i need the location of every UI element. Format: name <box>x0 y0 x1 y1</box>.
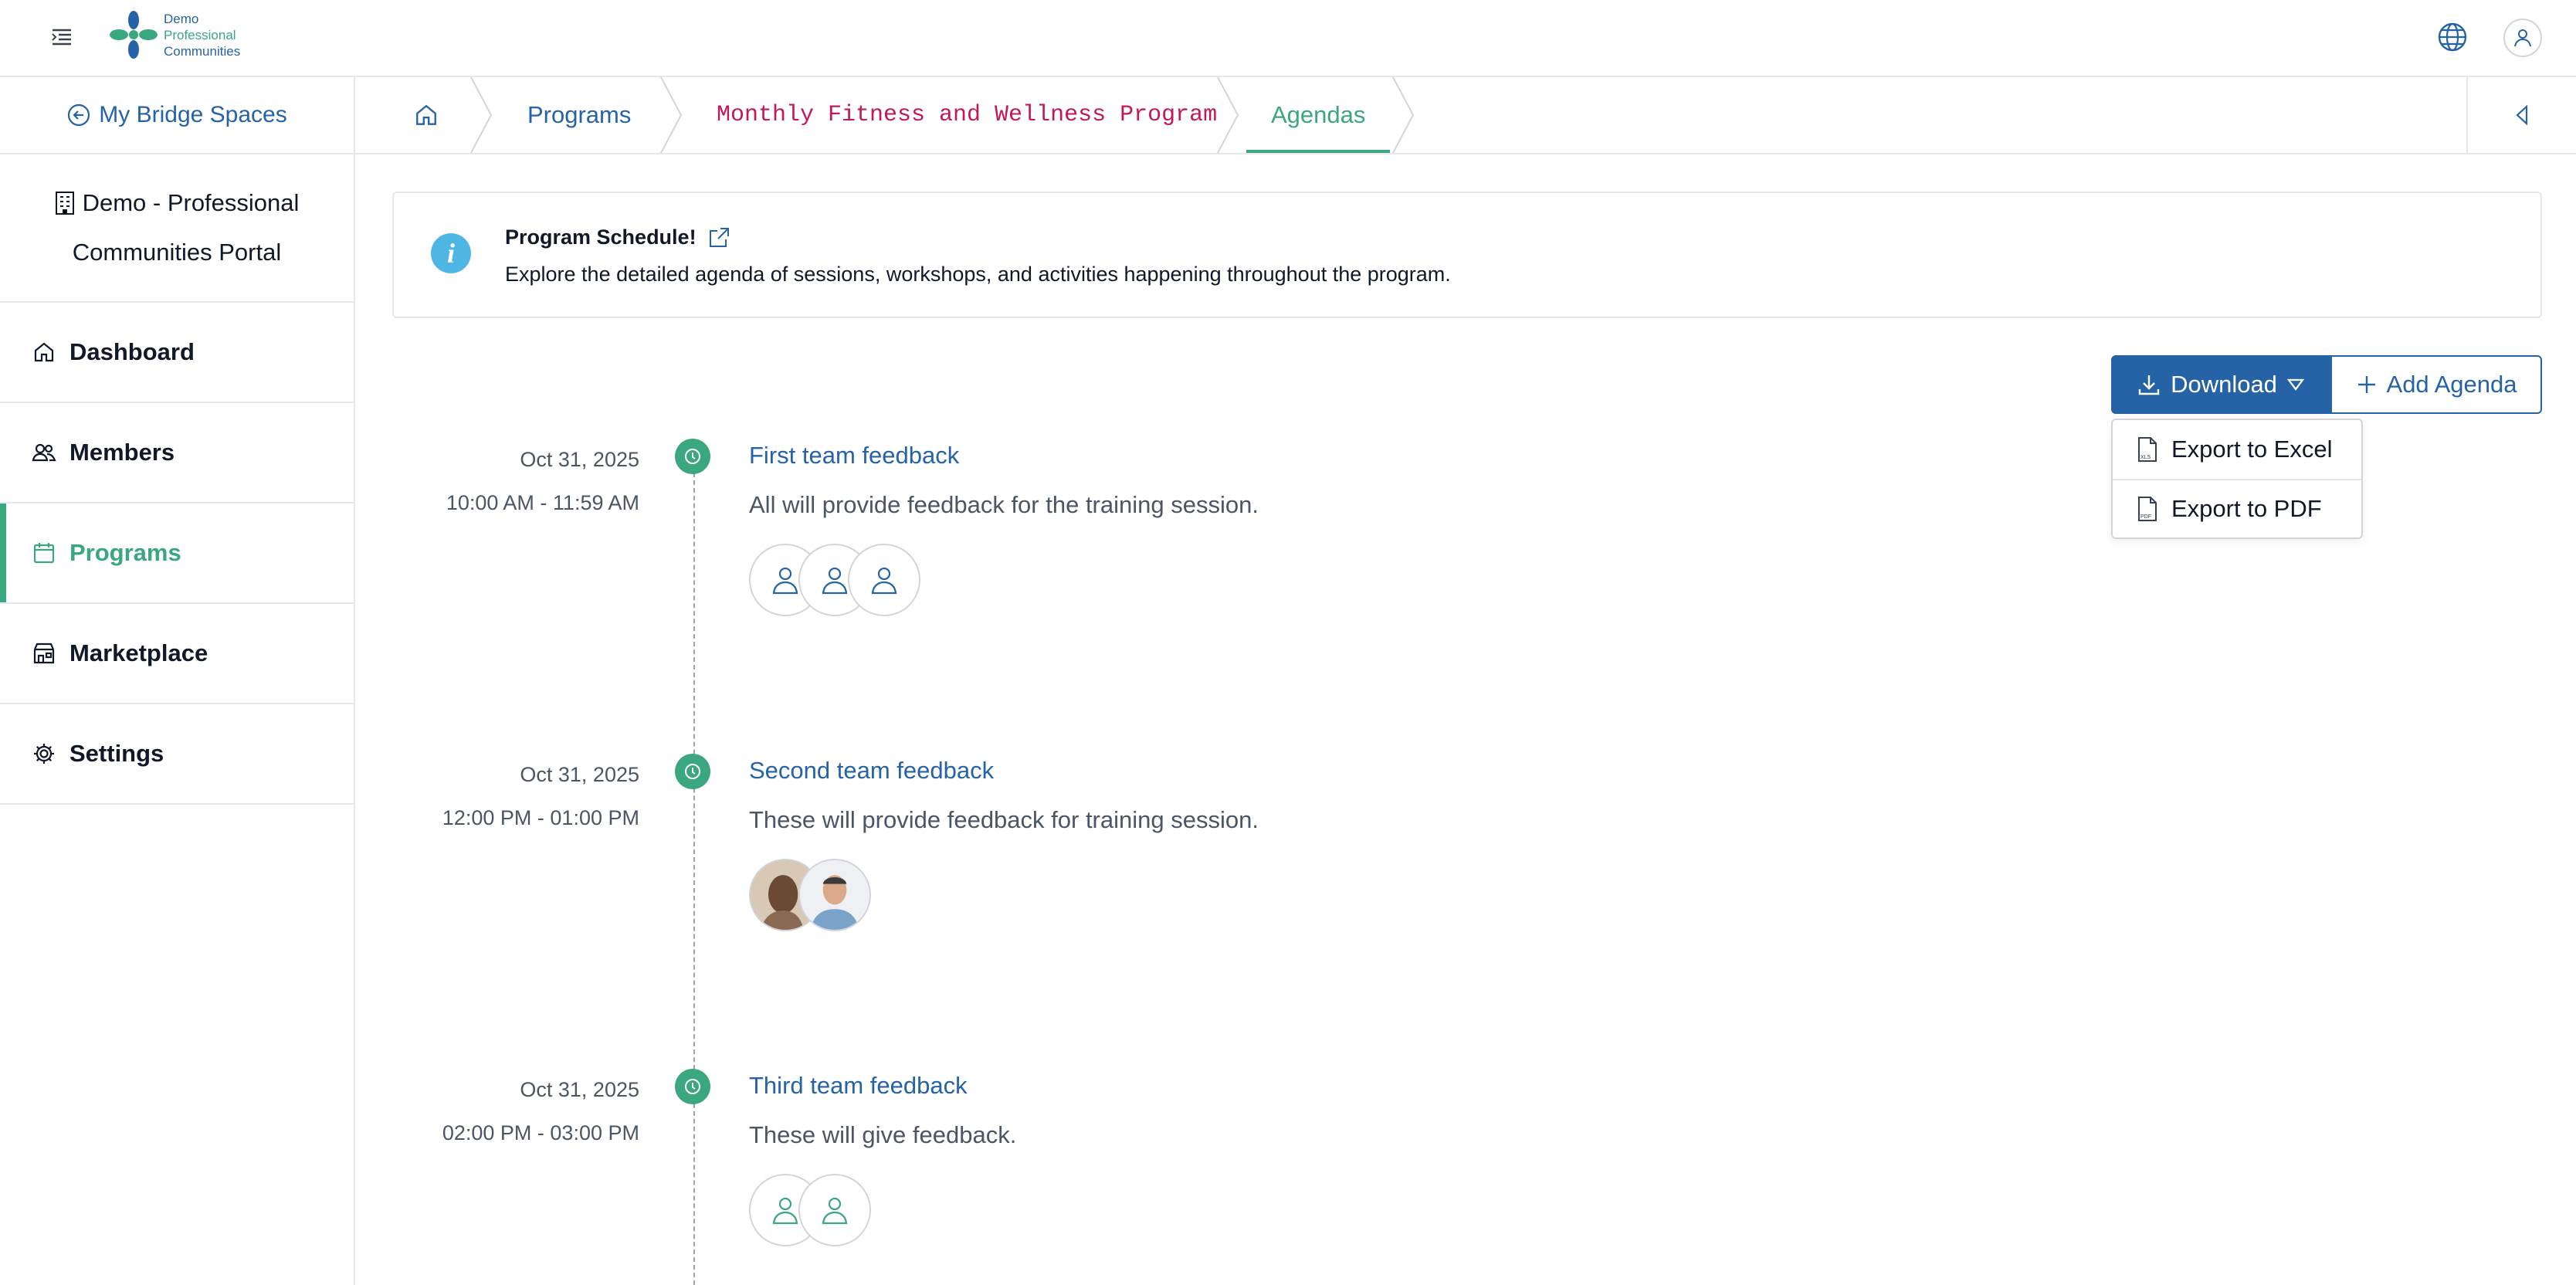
info-banner: i Program Schedule! Explore the detailed… <box>392 192 2542 318</box>
external-link-icon[interactable] <box>707 226 730 249</box>
menu-toggle-icon[interactable] <box>46 22 77 53</box>
attendee-photo[interactable] <box>798 859 871 931</box>
caret-down-icon <box>2286 378 2305 391</box>
calendar-icon <box>31 540 57 566</box>
agenda-time: 02:00 PM - 03:00 PM <box>442 1121 639 1144</box>
agenda-title[interactable]: First team feedback <box>749 442 959 470</box>
app-logo[interactable]: Demo Professional Communities <box>108 9 240 60</box>
agenda-date: Oct 31, 2025 <box>520 1078 639 1101</box>
agenda-title[interactable]: Third team feedback <box>749 1072 968 1100</box>
plus-icon <box>2357 376 2375 393</box>
breadcrumb-separator <box>660 77 683 153</box>
store-icon <box>31 640 57 666</box>
sidebar-item-label: Members <box>69 439 175 466</box>
add-agenda-button-label: Add Agenda <box>2386 371 2517 398</box>
globe-icon[interactable] <box>2434 19 2471 56</box>
agenda-date: Oct 31, 2025 <box>520 448 639 471</box>
breadcrumb-agendas-label: Agendas <box>1271 101 1366 128</box>
logo-line-3: Communities <box>164 43 241 59</box>
user-placeholder-icon <box>772 1197 798 1225</box>
sidebar-item-label: Marketplace <box>69 639 208 666</box>
agenda-title[interactable]: Second team feedback <box>749 757 994 785</box>
banner-title: Program Schedule! <box>505 225 730 249</box>
banner-description: Explore the detailed agenda of sessions,… <box>505 263 1451 286</box>
collapse-panel-button[interactable] <box>2466 77 2576 153</box>
breadcrumb-agendas[interactable]: Agendas <box>1246 77 1391 153</box>
org-name-line-1: Demo - Professional <box>82 189 300 216</box>
logo-mark-icon <box>110 11 158 59</box>
back-link-label: My Bridge Spaces <box>99 102 287 127</box>
breadcrumb-program-name[interactable]: Monthly Fitness and Wellness Program <box>717 77 1217 153</box>
user-placeholder-icon <box>822 567 848 595</box>
home-icon <box>31 339 57 365</box>
agenda-description: All will provide feedback for the traini… <box>749 491 1259 518</box>
agenda-description: These will give feedback. <box>749 1121 1017 1148</box>
my-bridge-spaces-link[interactable]: My Bridge Spaces <box>0 77 354 154</box>
gear-icon <box>31 741 57 767</box>
agenda-date: Oct 31, 2025 <box>520 763 639 786</box>
home-icon <box>416 104 436 125</box>
breadcrumb-separator <box>470 77 493 153</box>
download-icon <box>2138 375 2160 395</box>
user-icon <box>2514 29 2531 47</box>
org-name-line-2: Communities Portal <box>72 239 282 266</box>
breadcrumb: Programs Monthly Fitness and Wellness Pr… <box>355 77 2576 154</box>
sidebar-item-label: Programs <box>69 539 181 566</box>
org-name: Demo - Professional Communities Portal <box>0 154 354 303</box>
caret-left-icon <box>2516 105 2528 125</box>
logo-text: Demo Professional Communities <box>164 11 240 59</box>
user-placeholder-icon <box>871 567 897 595</box>
attendee-avatar[interactable] <box>848 544 920 616</box>
breadcrumb-programs[interactable]: Programs <box>527 77 631 153</box>
breadcrumb-home[interactable] <box>414 77 439 153</box>
sidebar-item-label: Settings <box>69 740 164 767</box>
download-button[interactable]: Download <box>2111 355 2330 414</box>
agenda-time: 12:00 PM - 01:00 PM <box>442 806 639 829</box>
sidebar-item-dashboard[interactable]: Dashboard <box>0 303 354 403</box>
agenda-item: Oct 31, 2025 10:00 AM - 11:59 AM First t… <box>355 439 2517 701</box>
attendee-avatars <box>749 1174 871 1246</box>
agenda-item: Oct 31, 2025 02:00 PM - 03:00 PM Third t… <box>355 1069 2517 1285</box>
clock-icon <box>675 754 710 789</box>
back-circle-icon <box>68 103 90 127</box>
breadcrumb-separator <box>1217 77 1239 153</box>
clock-icon <box>675 439 710 474</box>
attendee-avatars <box>749 544 920 616</box>
sidebar-item-programs[interactable]: Programs <box>0 503 354 604</box>
agenda-time: 10:00 AM - 11:59 AM <box>446 491 639 514</box>
banner-title-text: Program Schedule! <box>505 225 697 249</box>
download-button-label: Download <box>2171 371 2277 398</box>
attendee-avatar[interactable] <box>798 1174 871 1246</box>
clock-icon <box>675 1069 710 1104</box>
user-placeholder-icon <box>772 567 798 595</box>
user-menu-button[interactable] <box>2503 19 2542 57</box>
agenda-description: These will provide feedback for training… <box>749 806 1259 833</box>
sidebar-item-settings[interactable]: Settings <box>0 704 354 805</box>
breadcrumb-separator <box>1392 77 1415 153</box>
building-icon <box>55 192 74 215</box>
logo-line-1: Demo <box>164 11 199 26</box>
person-photo-icon <box>800 860 869 930</box>
info-icon: i <box>431 233 471 273</box>
sidebar-item-label: Dashboard <box>69 338 195 365</box>
breadcrumb-program-label: Monthly Fitness and Wellness Program <box>717 102 1218 128</box>
breadcrumb-programs-label: Programs <box>527 101 632 128</box>
top-header: Demo Professional Communities <box>0 0 2576 77</box>
users-icon <box>31 439 57 466</box>
sidebar: My Bridge Spaces Demo - Professional Com… <box>0 77 355 1285</box>
add-agenda-button[interactable]: Add Agenda <box>2330 355 2542 414</box>
sidebar-item-marketplace[interactable]: Marketplace <box>0 604 354 704</box>
attendee-avatars <box>749 859 871 931</box>
agenda-item: Oct 31, 2025 12:00 PM - 01:00 PM Second … <box>355 754 2517 1016</box>
sidebar-item-members[interactable]: Members <box>0 403 354 503</box>
user-placeholder-icon <box>822 1197 848 1225</box>
logo-line-2: Professional <box>164 27 236 42</box>
